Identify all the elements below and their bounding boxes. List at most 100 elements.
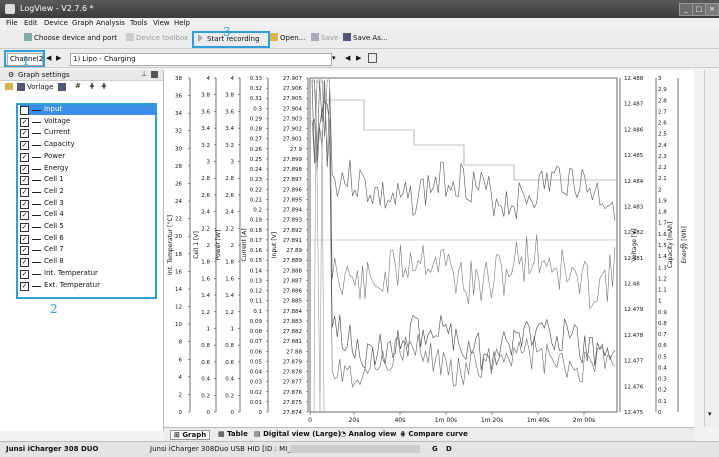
graph-item-cell-1[interactable]: ✓ Cell 1 [20,175,155,186]
graph-item-cell-3[interactable]: ✓ Cell 3 [20,199,155,209]
tab-compare-curve[interactable]: ⋕ Compare curve [400,430,468,438]
autoscale-icon[interactable]: ⋕ [89,82,95,90]
panel-close-icon[interactable] [151,71,158,78]
pin-icon[interactable]: ⊥ [141,70,147,78]
checkbox[interactable]: ✓ [20,187,29,197]
checkbox[interactable]: ✓ [20,281,29,291]
graph-settings-title: Graph settings [18,71,70,79]
choose-device-button[interactable]: Choose device and port [24,33,117,42]
left-tick-label: 2.2 [225,226,234,232]
tab-graph[interactable]: ⊞ Graph [170,430,211,440]
tab-analog-view[interactable]: ◔ Analog view [340,430,397,438]
save-small-icon[interactable] [58,83,66,91]
right-tick-label: 0.3 [658,377,667,383]
right-tick-label: 0.2 [658,388,667,394]
right-tick-label: 12.48 [624,282,640,288]
left-tick-label: 0.19 [250,218,263,224]
graph-item-capacity[interactable]: ✓ Capacity [20,140,155,151]
left-tick-label: 0.07 [250,339,263,345]
tab-digital-view[interactable]: ▤ Digital view (Large) [254,430,341,438]
open-button[interactable]: Open... [270,33,305,42]
menu-view[interactable]: View [153,19,170,27]
checkbox[interactable]: ✓ [20,246,29,256]
maximize-icon[interactable]: □ [692,3,706,16]
open-icon[interactable] [5,83,13,90]
minimize-icon[interactable]: _ [679,3,693,16]
graph-item-cell-4[interactable]: ✓ Cell 4 [20,210,155,221]
checkbox[interactable]: ✓ [20,164,29,174]
checkbox[interactable]: ✓ [20,199,29,209]
channel-toolbar: Channel2 ◀ ▶ 1) Lipo - Charging ▾ ◀ ▶ 1 [0,49,719,68]
left-tick-label: 0.12 [250,289,262,295]
left-tick-label: 0.04 [250,370,263,376]
menu-graph[interactable]: Graph [72,19,93,27]
tab-table[interactable]: ▦ Table [218,430,248,438]
checkbox[interactable]: ✓ [20,176,29,186]
save-as-icon [343,33,351,41]
program-select[interactable]: 1) Lipo - Charging [70,53,332,66]
graph-item-cell-8[interactable]: ✓ Cell 8 [20,257,155,268]
arrow-left-icon[interactable]: ◀ [46,54,51,62]
chevron-down-icon[interactable]: ▾ [332,54,336,62]
vertical-scrollbar[interactable]: ▾ [704,70,719,427]
autoscale2-icon[interactable]: ⋕ [101,82,107,90]
checkbox[interactable]: ✓ [20,269,29,279]
menu-help[interactable]: Help [174,19,190,27]
graph-item-power[interactable]: ✓ Power [20,152,155,162]
left-tick-label: 1.8 [225,260,234,266]
left-tick-label: 0.17 [250,238,263,244]
checkbox[interactable]: ✓ [20,234,29,244]
right-tick-label: 1.3 [658,265,667,271]
graph-item-current[interactable]: ✓ Current [20,128,155,139]
left-tick-label: 18 [175,252,182,258]
scroll-down-icon[interactable]: ▾ [708,410,712,418]
checkbox[interactable]: ✓ [20,258,29,268]
menu-tools[interactable]: Tools [130,19,147,27]
save-template-icon[interactable] [17,83,25,91]
graph-item-cell-2[interactable]: ✓ Cell 2 [20,187,155,197]
save-as-button[interactable]: Save As... [343,33,388,42]
graph-item-input[interactable]: ✓ Input [20,105,155,115]
menu-edit[interactable]: Edit [24,19,38,27]
graph-item-label: Cell 4 [44,210,64,219]
menu-file[interactable]: File [6,19,18,27]
menu-analysis[interactable]: Analysis [96,19,125,27]
status-progress [290,445,420,453]
graph-item-label: Capacity [44,140,75,149]
graph-item-int-temperatur[interactable]: ✓ Int. Temperatur [20,269,155,279]
checkbox[interactable]: ✓ [20,129,29,139]
checkbox[interactable]: ✓ [20,106,29,115]
status-device: Junsi iCharger 308 DUO [6,445,99,453]
close-icon[interactable]: × [705,3,719,16]
checkbox[interactable]: ✓ [20,211,29,221]
graph-item-cell-6[interactable]: ✓ Cell 6 [20,234,155,244]
x-tick-label: 1m 40s [527,417,549,424]
nav-right-icon[interactable]: ▶ [356,54,361,62]
graph-item-voltage[interactable]: ✓ Voltage [20,117,155,127]
vorlage-label[interactable]: Vorlage [27,83,53,91]
graph-item-energy[interactable]: ✓ Energy [20,164,155,174]
annotation-1: 1 [22,54,30,68]
checkbox[interactable]: ✓ [20,152,29,162]
arrow-right-icon[interactable]: ▶ [56,54,61,62]
grid-icon[interactable]: # [75,82,81,90]
left-tick-label: 10 [175,322,182,328]
checkbox[interactable]: ✓ [20,117,29,127]
graph-item-ext-temperatur[interactable]: ✓ Ext. Temperatur [20,281,155,291]
left-tick-label: 2.8 [201,176,210,182]
graph-item-cell-5[interactable]: ✓ Cell 5 [20,222,155,232]
left-tick-label: 3.2 [201,143,210,149]
clipboard-icon[interactable] [368,53,377,63]
nav-left-icon[interactable]: ◀ [345,54,350,62]
right-tick-label: 3 [658,76,662,82]
checkbox[interactable]: ✓ [20,141,29,151]
right-tick-label: 12.478 [624,333,644,339]
graph-item-cell-7[interactable]: ✓ Cell 7 [20,245,155,256]
device-toolbox-button[interactable]: Device toolbox [126,33,188,42]
right-tick-label: 0.1 [658,399,667,405]
menu-device[interactable]: Device [44,19,68,27]
left-tick-label: 0.06 [250,349,263,355]
left-tick-label: 1.8 [201,260,210,266]
checkbox[interactable]: ✓ [20,223,29,232]
save-button[interactable]: Save [311,33,338,42]
